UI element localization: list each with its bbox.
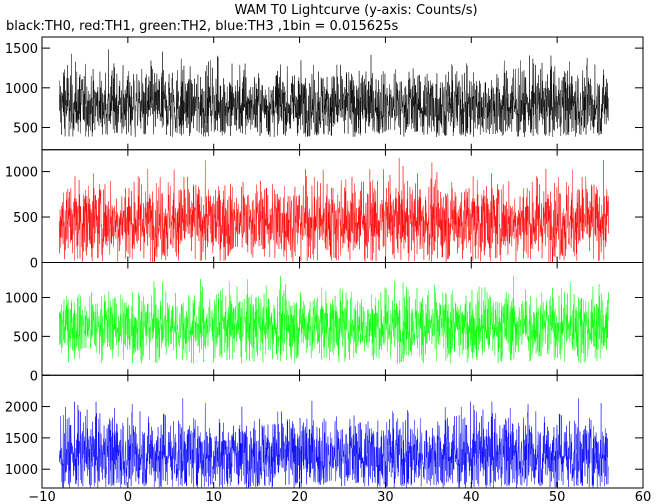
x-tick-label: 50 — [549, 490, 566, 504]
x-axis-ticks: −10 0 10 20 30 40 50 60 — [28, 490, 651, 504]
y-tick-label: 500 — [13, 211, 38, 226]
x-tick-label: 0 — [124, 490, 132, 504]
lightcurve-chart: WAM T0 Lightcurve (y-axis: Counts/s) bla… — [5, 3, 651, 504]
y-tick-label: 1500 — [5, 432, 38, 447]
y-tick-label: 2000 — [5, 401, 38, 416]
y-tick-label: 0 — [30, 257, 38, 272]
x-tick-label: 30 — [377, 490, 394, 504]
y-tick-label: 1000 — [5, 291, 38, 306]
chart-title: WAM T0 Lightcurve (y-axis: Counts/s) — [234, 3, 477, 18]
series-line-th1 — [58, 158, 609, 263]
panels: 500 1000 1500 0 500 1000 0 500 1000 1000 1500 2000 — [5, 36, 644, 489]
y-tick-label: 1000 — [5, 463, 38, 478]
x-tick-label: 10 — [205, 490, 222, 504]
chart-subtitle: black:TH0, red:TH1, green:TH2, blue:TH3 … — [6, 19, 399, 34]
y-tick-label: 500 — [13, 330, 38, 345]
x-tick-label: −10 — [28, 490, 55, 504]
y-tick-label: 1000 — [5, 166, 38, 181]
panel-th3: 1000 1500 2000 — [5, 374, 644, 489]
y-tick-label: 1000 — [5, 82, 38, 97]
panel-th0: 500 1000 1500 — [5, 36, 644, 151]
y-tick-label: 1500 — [5, 42, 38, 57]
x-tick-label: 40 — [463, 490, 480, 504]
series-line-th2 — [58, 275, 609, 364]
y-tick-label: 0 — [30, 369, 38, 384]
panel-th1: 0 500 1000 — [5, 149, 644, 272]
panel-th2: 0 500 1000 — [5, 262, 644, 384]
x-tick-label: 60 — [635, 490, 652, 504]
series-line-th0 — [58, 49, 609, 138]
y-tick-label: 500 — [13, 122, 38, 137]
x-tick-label: 20 — [291, 490, 308, 504]
series-line-th3 — [58, 398, 609, 489]
